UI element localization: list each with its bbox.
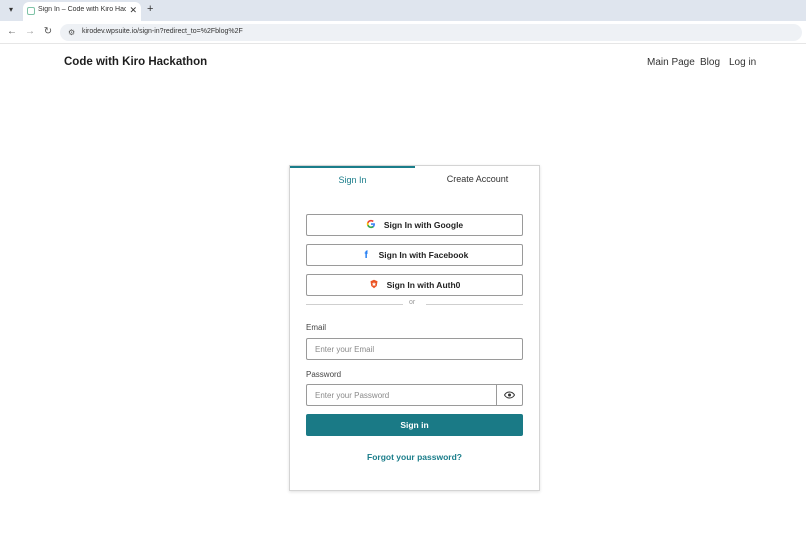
google-icon (366, 219, 377, 231)
tab-search-chevron-icon[interactable]: ▾ (4, 3, 18, 17)
google-sign-in-button[interactable]: Sign In with Google (306, 214, 523, 236)
password-field[interactable] (306, 384, 497, 406)
site-title[interactable]: Code with Kiro Hackathon (64, 56, 207, 68)
facebook-button-label: Sign In with Facebook (378, 250, 469, 260)
nav-link-log-in[interactable]: Log in (729, 57, 756, 68)
forward-arrow-icon[interactable]: → (23, 25, 37, 39)
sign-in-card: Sign In Create Account Sign In with Goog… (289, 165, 540, 491)
auth0-sign-in-button[interactable]: Sign In with Auth0 (306, 274, 523, 296)
address-bar[interactable]: ⚙ kirodev.wpsuite.io/sign-in?redirect_to… (60, 24, 802, 41)
plus-icon[interactable]: + (147, 3, 153, 16)
favicon-icon (27, 7, 35, 15)
auth0-button-label: Sign In with Auth0 (386, 280, 461, 290)
facebook-sign-in-button[interactable]: f Sign In with Facebook (306, 244, 523, 266)
url-text: kirodev.wpsuite.io/sign-in?redirect_to=%… (82, 28, 243, 35)
divider-or-text: or (409, 299, 416, 306)
close-icon[interactable]: ✕ (129, 5, 137, 16)
show-password-button[interactable] (496, 384, 523, 406)
password-label: Password (306, 370, 342, 379)
browser-toolbar: ← → ↻ ⚙ kirodev.wpsuite.io/sign-in?redir… (0, 21, 806, 44)
email-field[interactable] (306, 338, 523, 360)
sign-in-submit-button[interactable]: Sign in (306, 414, 523, 436)
nav-link-main-page[interactable]: Main Page (647, 57, 695, 68)
google-button-label: Sign In with Google (383, 220, 464, 230)
auth0-icon (369, 279, 380, 291)
tab-sign-in[interactable]: Sign In (290, 166, 415, 194)
divider-line-left (306, 304, 403, 305)
forgot-password-link[interactable]: Forgot your password? (290, 452, 539, 462)
nav-link-blog[interactable]: Blog (700, 57, 720, 68)
tab-title: Sign In – Code with Kiro Hackathon (38, 6, 126, 13)
tab-create-account[interactable]: Create Account (415, 166, 540, 194)
reload-icon[interactable]: ↻ (41, 25, 55, 39)
site-info-icon[interactable]: ⚙ (68, 27, 75, 38)
browser-tab[interactable]: Sign In – Code with Kiro Hackathon ✕ (23, 2, 141, 21)
divider-line-right (426, 304, 523, 305)
email-label: Email (306, 323, 327, 332)
browser-tab-bar: ▾ Sign In – Code with Kiro Hackathon ✕ + (0, 0, 806, 21)
eye-icon (503, 386, 516, 404)
back-arrow-icon[interactable]: ← (5, 25, 19, 39)
facebook-icon: f (364, 249, 368, 261)
